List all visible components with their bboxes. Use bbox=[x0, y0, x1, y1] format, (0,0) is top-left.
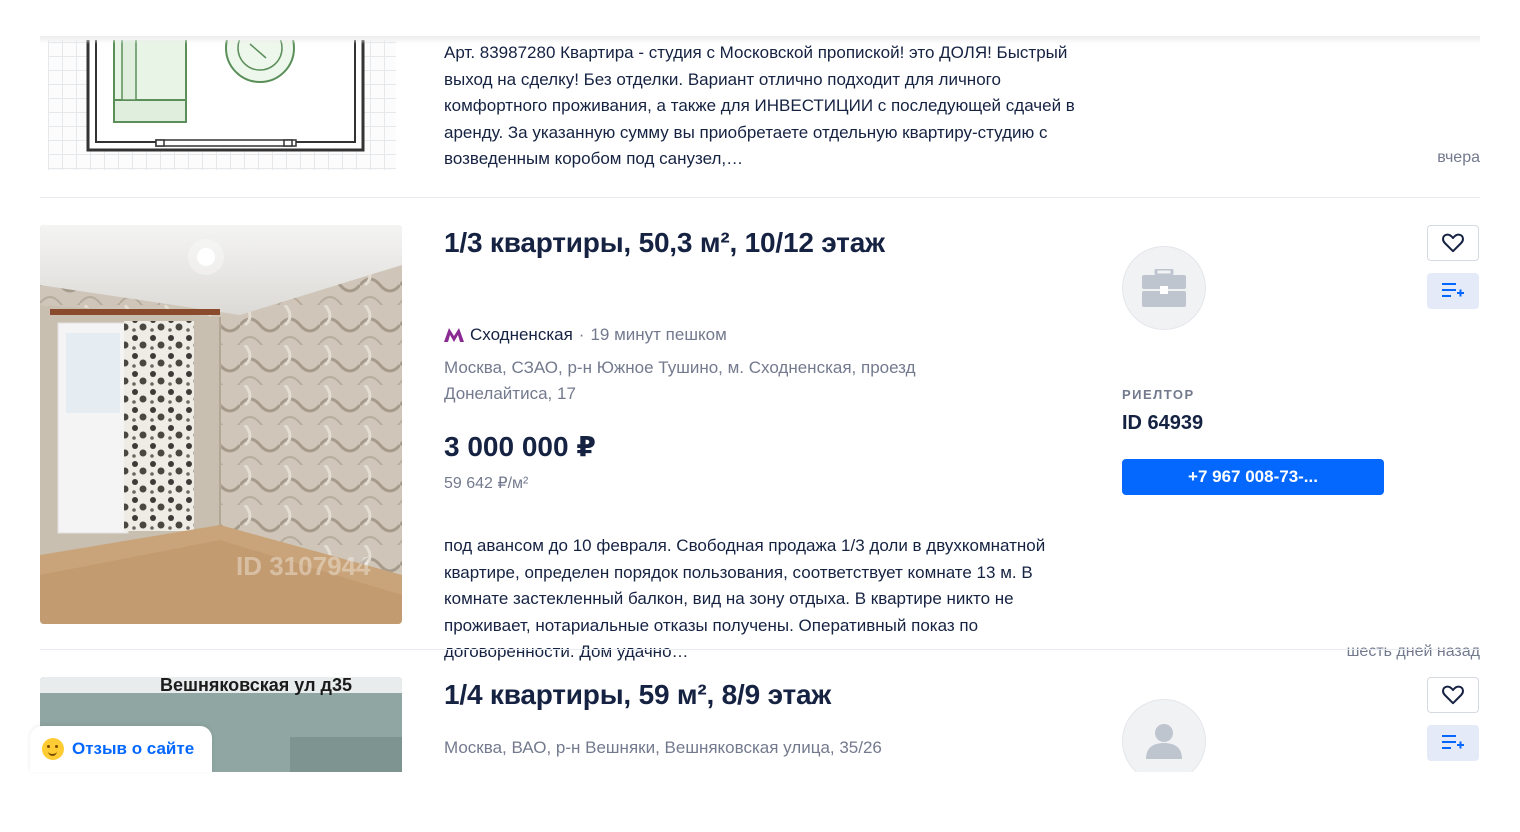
listing-card[interactable]: Вешняковская ул д35 1/4 квартиры, 59 м²,… bbox=[40, 677, 1480, 772]
listing-description: под авансом до 10 февраля. Свободная про… bbox=[444, 536, 1046, 661]
floor-plan-image[interactable] bbox=[48, 40, 396, 170]
listing-title[interactable]: 1/4 квартиры, 59 м², 8/9 этаж bbox=[444, 679, 831, 711]
floor-plan-drawing bbox=[86, 40, 365, 152]
listing-date: шесть дней назад bbox=[1346, 643, 1480, 660]
compare-list-icon bbox=[1442, 283, 1464, 297]
metro-station[interactable]: Сходненская bbox=[470, 325, 573, 345]
price-per-sqm: 59 642 ₽/м² bbox=[444, 475, 529, 492]
compare-list-icon bbox=[1442, 735, 1464, 749]
site-feedback-button[interactable]: Отзыв о сайте bbox=[30, 726, 212, 772]
photo-watermark: ID 3107944 bbox=[236, 551, 371, 581]
listing-title[interactable]: 1/3 квартиры, 50,3 м², 10/12 этаж bbox=[444, 227, 885, 259]
room-photo-drawing: ID 3107944 bbox=[40, 225, 402, 624]
favorite-button[interactable] bbox=[1427, 677, 1479, 713]
show-phone-button[interactable]: +7 967 008-73-... bbox=[1122, 459, 1384, 495]
agent-role: РИЕЛТОР bbox=[1122, 387, 1195, 402]
listing-address[interactable]: Москва, СЗАО, р-н Южное Тушино, м. Сходн… bbox=[444, 355, 1004, 407]
compare-button[interactable] bbox=[1427, 273, 1479, 309]
search-results-viewport: Арт. 83987280 Квартира - студия с Москов… bbox=[0, 0, 1520, 832]
favorite-button[interactable] bbox=[1427, 225, 1479, 261]
listing-date: вчера bbox=[1437, 149, 1480, 166]
metro-walk-time: 19 минут пешком bbox=[590, 325, 727, 344]
room-photo[interactable]: ID 3107944 bbox=[40, 225, 402, 624]
separator-dot: · bbox=[578, 325, 585, 344]
listing-description: Арт. 83987280 Квартира - студия с Москов… bbox=[444, 43, 1075, 168]
agent-avatar[interactable] bbox=[1122, 699, 1206, 772]
agent-id[interactable]: ID 64939 bbox=[1122, 412, 1203, 435]
header-shadow bbox=[40, 36, 1480, 44]
smile-emoji-icon bbox=[42, 738, 64, 760]
listing-divider bbox=[40, 197, 1480, 198]
listing-card[interactable]: Арт. 83987280 Квартира - студия с Москов… bbox=[40, 40, 1480, 198]
heart-icon bbox=[1442, 685, 1464, 705]
agent-avatar[interactable] bbox=[1122, 246, 1206, 330]
listing-divider bbox=[40, 649, 1480, 650]
metro-info: Сходненская · 19 минут пешком bbox=[444, 325, 727, 345]
briefcase-icon bbox=[1142, 269, 1186, 307]
listing-address[interactable]: Москва, ВАО, р-н Вешняки, Вешняковская у… bbox=[444, 735, 1144, 761]
heart-icon bbox=[1442, 233, 1464, 253]
compare-button[interactable] bbox=[1427, 725, 1479, 761]
site-feedback-label: Отзыв о сайте bbox=[72, 739, 195, 758]
photo-sign-text: Вешняковская ул д35 bbox=[160, 677, 352, 695]
listing-price: 3 000 000 ₽ bbox=[444, 431, 596, 462]
person-icon bbox=[1146, 724, 1182, 759]
metro-logo-icon bbox=[444, 328, 464, 342]
results-list: Арт. 83987280 Квартира - студия с Москов… bbox=[40, 40, 1480, 772]
photo-shadow bbox=[290, 737, 402, 772]
listing-card[interactable]: ID 3107944 1/3 квартиры, 50,3 м², 10/12 … bbox=[40, 225, 1480, 661]
